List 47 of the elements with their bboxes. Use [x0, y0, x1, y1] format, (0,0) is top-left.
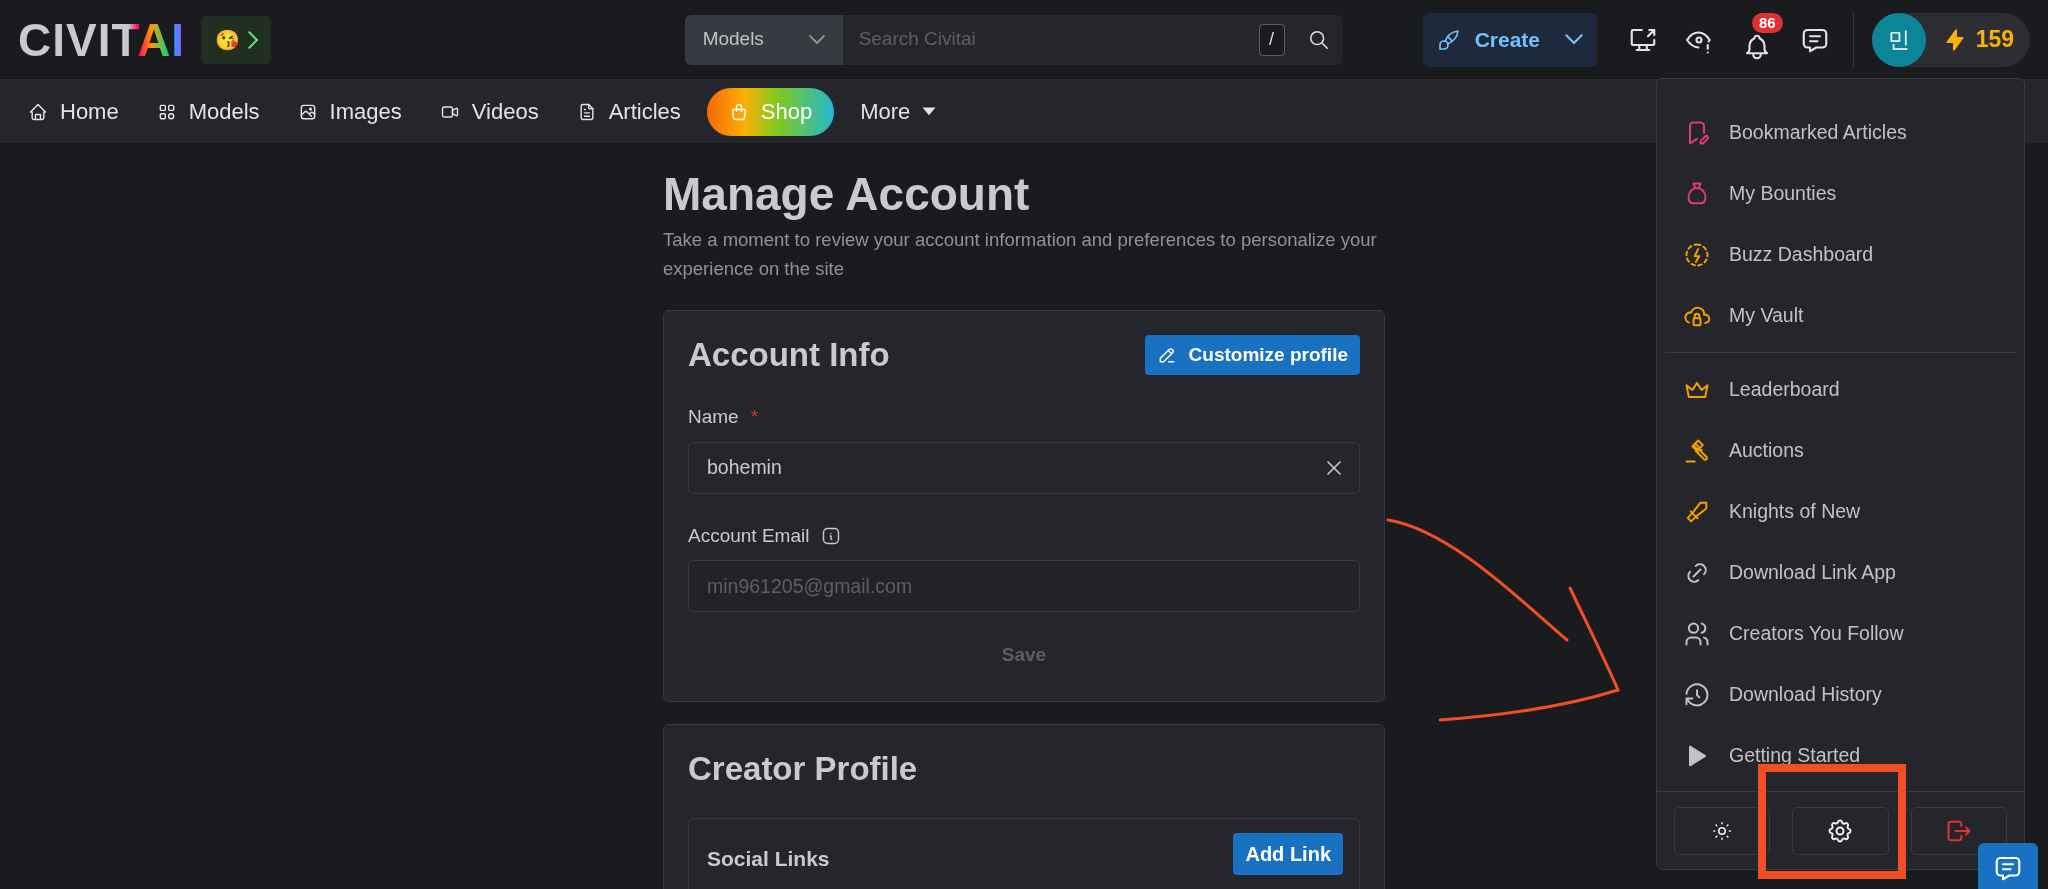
home-icon — [28, 101, 48, 122]
nav-link[interactable]: Models — [144, 89, 272, 134]
chevron-right-icon — [247, 30, 258, 49]
search-scope-dropdown[interactable]: Models — [684, 14, 843, 65]
menu-item[interactable]: Buzz Dashboard — [1663, 224, 2018, 285]
menu-item[interactable]: Leaderboard — [1663, 359, 2018, 420]
emoji-button[interactable]: 😘 — [201, 15, 272, 64]
settings-button[interactable] — [1792, 806, 1889, 855]
menu-item[interactable]: Knights of New — [1663, 481, 2018, 542]
create-button[interactable]: Create — [1422, 12, 1597, 67]
menu-item[interactable]: My Vault — [1663, 285, 2018, 346]
add-link-button[interactable]: Add Link — [1233, 833, 1343, 876]
nav-menu-link[interactable]: More — [848, 89, 949, 134]
page-subtitle: Take a moment to review your account information and preferences to personalize your experience on the site — [663, 228, 1378, 281]
menu-item[interactable]: Download Link App — [1663, 542, 2018, 603]
user-buzz-pill[interactable]: 민 159 — [1871, 12, 2030, 67]
logout-button[interactable] — [1910, 806, 2007, 855]
nav-link[interactable]: Videos — [427, 89, 551, 134]
menu-item[interactable]: Getting Started — [1663, 725, 2018, 786]
section-title: Social Links — [707, 846, 830, 873]
menu-item[interactable]: My Bounties — [1663, 163, 2018, 224]
avatar[interactable]: 민 — [1871, 12, 1926, 67]
chevron-down-icon — [1564, 34, 1583, 45]
buzz-count: 159 — [1975, 25, 2014, 55]
field-label: Name — [688, 405, 739, 430]
notification-count: 86 — [1751, 12, 1783, 33]
nav-link[interactable]: Images — [285, 89, 414, 134]
menu-item[interactable]: Bookmarked Articles — [1663, 102, 2018, 163]
menu-item[interactable]: Creators You Follow — [1663, 603, 2018, 664]
menu-item[interactable]: Download History — [1663, 664, 2018, 725]
card-title: Account Info — [688, 335, 890, 375]
customize-profile-button[interactable]: Customize profile — [1144, 334, 1360, 376]
sun-icon — [1711, 819, 1734, 842]
page-title: Manage Account — [663, 167, 1031, 222]
theme-toggle-button[interactable] — [1674, 806, 1771, 855]
caret-icon — [922, 107, 937, 116]
chevron-down-icon — [808, 34, 825, 45]
menu-item[interactable]: Auctions — [1663, 420, 2018, 481]
input-field[interactable]: bohemin — [688, 441, 1360, 494]
card-title: Creator Profile — [688, 748, 919, 789]
nav-link[interactable]: Home — [16, 89, 131, 134]
search-button[interactable] — [1294, 14, 1343, 65]
search-icon — [1307, 28, 1330, 51]
nav-link[interactable]: Articles — [564, 89, 693, 134]
required-mark: * — [750, 405, 759, 430]
field-label: Account Email — [688, 523, 810, 548]
brush-icon — [1436, 27, 1461, 52]
